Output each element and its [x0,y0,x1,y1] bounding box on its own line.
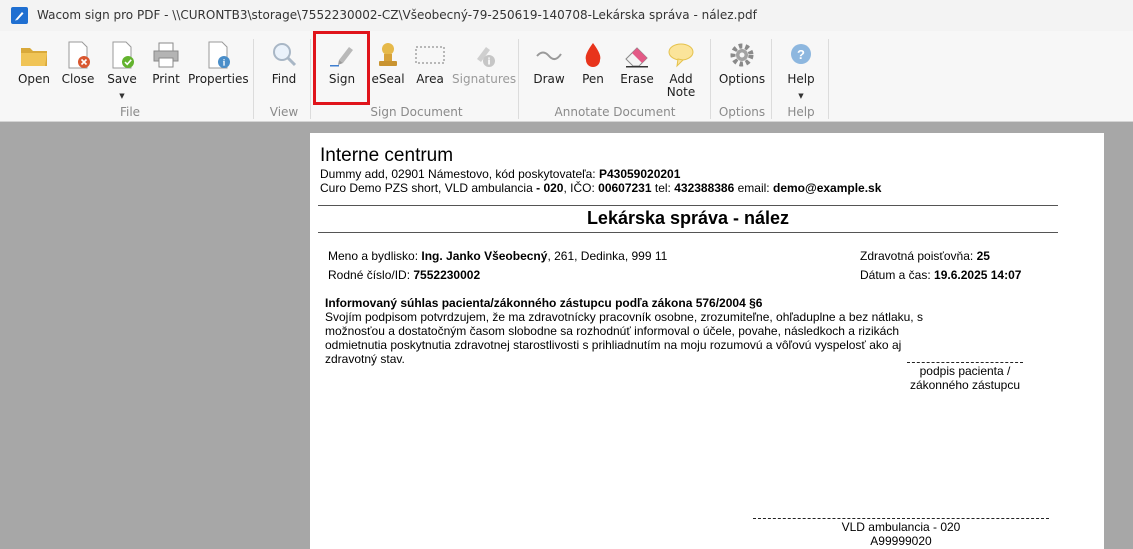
separator [828,39,829,119]
magnifier-icon [273,43,297,67]
gear-icon [730,43,754,67]
pdf-viewer[interactable]: Interne centrum Dummy add, 02901 Námesto… [0,122,1133,549]
header-divider [318,205,1058,206]
eraser-icon [625,47,648,68]
close-document-icon [68,41,90,69]
erase-button[interactable]: Erase [615,31,659,103]
ribbon-toolbar: Open Close Save ▼ Print i Properties Fil… [0,31,1133,122]
dashed-rectangle-icon [415,46,445,64]
open-button[interactable]: Open [12,31,56,103]
print-button[interactable]: Print [144,31,188,103]
consent-body: Svojím podpisom potvrdzujem, že ma zdrav… [325,310,923,366]
group-label-options: Options [718,105,766,119]
chevron-down-icon[interactable]: ▼ [119,92,124,100]
date-time: Dátum a čas: 19.6.2025 14:07 [860,268,1022,282]
patient-signature-line[interactable] [907,362,1023,363]
title-bar: Wacom sign pro PDF - \\CURONTB3\storage\… [0,0,1133,31]
open-label: Open [17,72,51,86]
org-address: Dummy add, 02901 Námestovo, kód poskytov… [320,167,681,181]
freehand-line-icon [536,51,562,60]
group-label-file: File [119,105,141,119]
signatures-button[interactable]: i Signatures [452,31,517,103]
org-contact: Curo Demo PZS short, VLD ambulancia - 02… [320,181,882,195]
save-button[interactable]: Save ▼ [100,31,144,103]
close-label: Close [61,72,95,86]
separator [771,39,772,119]
print-label: Print [152,72,180,86]
svg-text:i: i [487,58,490,68]
add-note-button[interactable]: Add Note [659,31,703,103]
separator [253,39,254,119]
group-label-annotate: Annotate Document [554,105,676,119]
options-button[interactable]: Options [716,31,768,103]
area-button[interactable]: Area [408,31,452,103]
doctor-signature-line[interactable] [753,518,1049,519]
eseal-button[interactable]: eSeal [366,31,410,103]
insurance: Zdravotná poisťovňa: 25 [860,249,990,263]
area-label: Area [416,72,444,86]
doctor-code: A99999020 [870,534,932,548]
help-button[interactable]: ? Help ▼ [779,31,823,103]
save-icon [112,41,134,69]
speech-bubble-icon [668,43,694,68]
window-title: Wacom sign pro PDF - \\CURONTB3\storage\… [37,8,757,22]
group-label-view: View [269,105,299,119]
document-info-icon: i [208,41,230,69]
pen-label: Pen [582,72,604,86]
options-label: Options [718,72,766,86]
svg-text:?: ? [797,47,805,62]
draw-button[interactable]: Draw [527,31,571,103]
close-button[interactable]: Close [56,31,100,103]
separator [518,39,519,119]
erase-label: Erase [620,72,654,86]
group-label-help: Help [787,105,815,119]
document-title: Lekárska správa - nález [586,208,790,228]
pen-button[interactable]: Pen [571,31,615,103]
draw-label: Draw [533,72,565,86]
find-button[interactable]: Find [262,31,306,103]
wacom-pen-icon [11,7,28,24]
properties-label: Properties [188,72,249,86]
patient-name: Meno a bydlisko: Ing. Janko Všeobecný, 2… [328,249,668,263]
seal-stamp-icon [379,43,397,66]
title-divider [318,232,1058,233]
pdf-page[interactable]: Interne centrum Dummy add, 02901 Námesto… [310,133,1104,549]
patient-signature-label: podpis pacienta / zákonného zástupcu [909,364,1021,392]
save-label: Save [107,72,137,86]
chevron-down-icon[interactable]: ▼ [798,92,803,100]
ink-drop-icon [585,43,601,67]
consent-heading: Informovaný súhlas pacienta/zákonného zá… [325,296,763,310]
find-label: Find [271,72,297,86]
properties-button[interactable]: i Properties [188,31,249,103]
eseal-label: eSeal [371,72,405,86]
separator [710,39,711,119]
folder-icon [21,48,47,66]
provider-code: P43059020201 [598,167,681,181]
signatures-label: Signatures [452,72,517,86]
add-note-label: Add Note [666,72,696,99]
doctor-unit: VLD ambulancia - 020 [841,520,961,534]
question-mark-icon: ? [791,44,811,64]
separator [310,39,311,119]
signatures-icon: i [477,47,495,68]
patient-id: Rodné číslo/ID: 7552230002 [328,268,481,282]
org-name: Interne centrum [320,145,454,166]
printer-icon [153,42,179,68]
group-label-sign-document: Sign Document [370,105,463,119]
sign-button-highlight [313,31,370,105]
help-label: Help [787,72,815,86]
